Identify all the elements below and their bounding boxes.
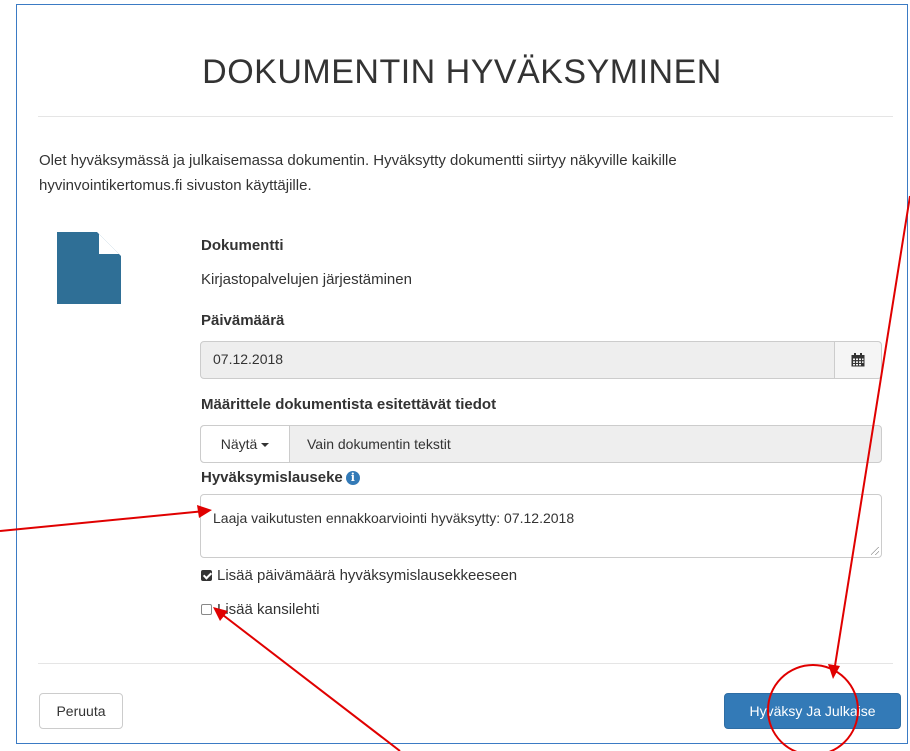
intro-line-2: hyvinvointikertomus.fi sivuston käyttäji… xyxy=(39,177,312,194)
caret-down-icon xyxy=(261,443,270,448)
approval-label-row: Hyväksymislauseke i xyxy=(201,469,360,486)
dialog-title: DOKUMENTIN HYVÄKSYMINEN xyxy=(202,53,722,91)
calendar-button[interactable] xyxy=(834,342,881,378)
document-label: Dokumentti xyxy=(201,237,284,254)
cancel-button[interactable]: Peruuta xyxy=(39,693,123,729)
document-name: Kirjastopalvelujen järjestäminen xyxy=(201,271,412,288)
date-value: 07.12.2018 xyxy=(213,351,284,367)
add-date-label: Lisää päivämäärä hyväksymislausekkeeseen xyxy=(217,567,518,584)
calendar-icon xyxy=(851,353,865,367)
date-label: Päivämäärä xyxy=(201,312,285,329)
resize-handle[interactable] xyxy=(871,547,879,555)
approval-dialog: DOKUMENTIN HYVÄKSYMINEN Olet hyväksymäss… xyxy=(16,4,908,744)
footer-divider xyxy=(38,663,893,664)
intro-text: Olet hyväksymässä ja julkaisemassa dokum… xyxy=(39,148,859,198)
date-field[interactable]: 07.12.2018 xyxy=(200,341,882,379)
add-date-option[interactable]: Lisää päivämäärä hyväksymislausekkeeseen xyxy=(201,567,517,584)
approval-textarea[interactable]: Laaja vaikutusten ennakkoarviointi hyväk… xyxy=(200,494,882,558)
show-dropdown-label: Näytä xyxy=(220,436,258,452)
header-divider xyxy=(38,116,893,117)
info-icon[interactable]: i xyxy=(345,471,360,485)
add-cover-checkbox[interactable] xyxy=(201,604,212,615)
add-cover-option[interactable]: Lisää kansilehti xyxy=(201,601,320,618)
display-input-group: Näytä Vain dokumentin tekstit xyxy=(200,425,882,463)
add-date-checkbox[interactable] xyxy=(201,570,212,581)
intro-line-1: Olet hyväksymässä ja julkaisemassa dokum… xyxy=(39,152,677,169)
display-label: Määrittele dokumentista esitettävät tied… xyxy=(201,396,497,413)
add-cover-label: Lisää kansilehti xyxy=(217,601,320,618)
approve-publish-button[interactable]: Hyväksy Ja Julkaise xyxy=(724,693,901,729)
show-dropdown-button[interactable]: Näytä xyxy=(201,426,290,462)
approval-text: Laaja vaikutusten ennakkoarviointi hyväk… xyxy=(213,510,575,526)
display-selected-value: Vain dokumentin tekstit xyxy=(307,436,451,452)
file-icon xyxy=(57,232,121,304)
approval-label: Hyväksymislauseke xyxy=(201,469,343,486)
